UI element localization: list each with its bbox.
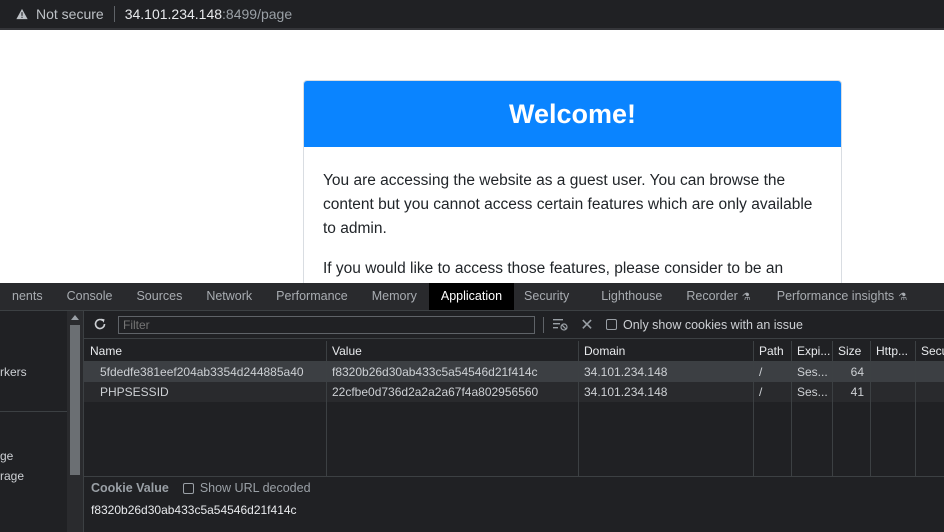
cookie-domain: 34.101.234.148 xyxy=(584,385,668,399)
cookie-path: / xyxy=(759,385,763,399)
column-header-size[interactable]: Size xyxy=(832,341,870,361)
devtools-panel: nents Console Sources Network Performanc… xyxy=(0,283,944,532)
sidebar-divider xyxy=(0,411,67,412)
card-paragraph-2: If you would like to access those featur… xyxy=(323,260,784,277)
scrollbar-thumb[interactable] xyxy=(70,325,80,475)
scroll-up-arrow-icon[interactable] xyxy=(71,315,79,320)
sidebar-item-local-storage[interactable]: rage xyxy=(0,469,24,483)
column-divider[interactable] xyxy=(753,341,754,476)
cookie-value-header: Cookie Value Show URL decoded xyxy=(91,481,311,495)
show-url-decoded-checkbox[interactable] xyxy=(182,482,194,494)
tab-performance-insights[interactable]: Performance insights ⚗ xyxy=(763,283,919,310)
table-header: Name Value Domain Path Expi... Size Http… xyxy=(84,341,944,361)
cookie-name: PHPSESSID xyxy=(100,385,169,399)
tab-performance[interactable]: Performance xyxy=(264,283,360,310)
column-header-path[interactable]: Path xyxy=(753,341,791,361)
only-issue-label[interactable]: Only show cookies with an issue xyxy=(623,318,803,332)
tab-application[interactable]: Application xyxy=(428,283,515,310)
filter-input[interactable] xyxy=(118,315,535,334)
warning-icon[interactable] xyxy=(16,8,28,20)
welcome-card: Welcome! You are accessing the website a… xyxy=(303,80,842,283)
column-header-value[interactable]: Value xyxy=(326,341,578,361)
url-host[interactable]: 34.101.234.148 xyxy=(125,6,222,22)
tab-sources[interactable]: Sources xyxy=(124,283,194,310)
flask-icon: ⚗ xyxy=(741,292,751,303)
cookie-value-text[interactable]: f8320b26d30ab433c5a54546d21f414c xyxy=(91,503,297,517)
tab-console[interactable]: Console xyxy=(55,283,125,310)
tab-recorder[interactable]: Recorder ⚗ xyxy=(674,283,762,310)
column-divider[interactable] xyxy=(326,341,327,476)
cookie-path: / xyxy=(759,365,763,379)
page-viewport: Welcome! You are accessing the website a… xyxy=(0,30,944,283)
column-header-domain[interactable]: Domain xyxy=(578,341,753,361)
divider xyxy=(113,6,115,22)
security-label[interactable]: Not secure xyxy=(36,6,104,22)
column-divider[interactable] xyxy=(870,341,871,476)
column-header-secure[interactable]: Secu xyxy=(915,341,944,361)
show-url-decoded-label[interactable]: Show URL decoded xyxy=(200,481,311,495)
tab-security[interactable]: Security xyxy=(514,283,589,310)
card-paragraph-1: You are accessing the website as a guest… xyxy=(323,172,813,237)
tab-recorder-label: Recorder xyxy=(686,289,738,303)
clear-all-cookies-icon[interactable]: ✕ xyxy=(580,315,594,335)
table-row[interactable]: PHPSESSID 22cfbe0d736d2a2a2a67f4a8029565… xyxy=(84,382,944,402)
sidebar-scrollbar[interactable] xyxy=(67,311,84,532)
toolbar-divider xyxy=(543,316,544,333)
column-header-expires[interactable]: Expi... xyxy=(791,341,832,361)
cookie-size: 41 xyxy=(850,385,864,399)
cookie-value-pane: Cookie Value Show URL decoded f8320b26d3… xyxy=(84,477,944,532)
devtools-tabbar: nents Console Sources Network Performanc… xyxy=(0,283,944,311)
cookies-toolbar: ✕ Only show cookies with an issue xyxy=(84,311,944,339)
cookie-domain: 34.101.234.148 xyxy=(584,365,668,379)
column-divider[interactable] xyxy=(578,341,579,476)
column-divider[interactable] xyxy=(791,341,792,476)
application-sidebar: rkers ge rage xyxy=(0,311,68,532)
column-header-name[interactable]: Name xyxy=(84,341,326,361)
flask-icon: ⚗ xyxy=(898,292,908,303)
refresh-icon[interactable] xyxy=(93,317,109,333)
card-title: Welcome! xyxy=(304,81,841,147)
sidebar-item-service-workers[interactable]: rkers xyxy=(0,365,27,379)
clear-filtered-cookies-icon[interactable] xyxy=(552,317,568,333)
address-bar[interactable]: Not secure 34.101.234.148:8499/page xyxy=(0,0,944,28)
sidebar-item-storage[interactable]: ge xyxy=(0,449,13,463)
column-divider[interactable] xyxy=(915,341,916,476)
cookie-expires: Ses... xyxy=(797,365,828,379)
tab-network[interactable]: Network xyxy=(194,283,264,310)
only-issue-checkbox[interactable] xyxy=(606,319,617,330)
cookie-value: f8320b26d30ab433c5a54546d21f414c xyxy=(332,365,538,379)
tab-lighthouse[interactable]: Lighthouse xyxy=(589,283,674,310)
card-body: You are accessing the website as a guest… xyxy=(304,147,841,283)
cookie-value: 22cfbe0d736d2a2a2a67f4a802956560 xyxy=(332,385,539,399)
cookie-size: 64 xyxy=(850,365,864,379)
cookie-name: 5fdedfe381eef204ab3354d244885a40 xyxy=(100,365,304,379)
tab-memory[interactable]: Memory xyxy=(360,283,429,310)
cookies-table: Name Value Domain Path Expi... Size Http… xyxy=(84,339,944,477)
tab-elements[interactable]: nents xyxy=(0,283,55,310)
cookie-expires: Ses... xyxy=(797,385,828,399)
cookie-value-title: Cookie Value xyxy=(91,481,169,495)
cookies-pane: ✕ Only show cookies with an issue Name V… xyxy=(84,311,944,532)
column-header-httponly[interactable]: Http... xyxy=(870,341,915,361)
tab-performance-insights-label: Performance insights xyxy=(776,289,895,303)
table-row[interactable]: 5fdedfe381eef204ab3354d244885a40 f8320b2… xyxy=(84,362,944,382)
url-path[interactable]: :8499/page xyxy=(222,6,292,22)
column-divider[interactable] xyxy=(832,341,833,476)
